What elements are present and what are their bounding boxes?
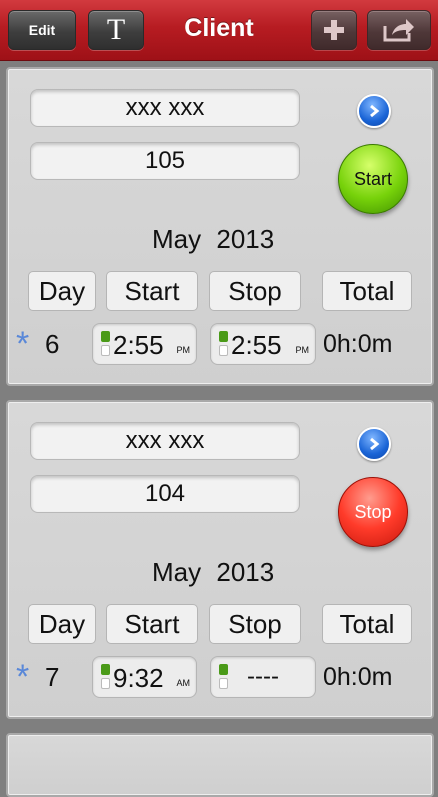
start-time: 9:32 xyxy=(113,663,164,693)
status-indicator-icon xyxy=(101,664,110,690)
status-indicator-icon xyxy=(219,331,228,357)
disclosure-button[interactable] xyxy=(357,94,391,128)
month-label: May 2013 xyxy=(152,224,275,254)
status-indicator-icon xyxy=(101,331,110,357)
start-header: Start xyxy=(106,271,198,311)
nav-bar: Edit T Client xyxy=(0,0,438,61)
total-value: 0h:0m xyxy=(323,330,393,358)
day-value: 7 xyxy=(45,662,60,692)
day-header: Day xyxy=(28,604,96,644)
total-value: 0h:0m xyxy=(323,663,393,691)
star-icon: * xyxy=(16,658,30,696)
stop-ampm: PM xyxy=(295,345,310,355)
chevron-right-icon xyxy=(370,104,380,118)
text-button[interactable]: T xyxy=(88,10,144,50)
stop-time-field[interactable]: 2:55 PM xyxy=(210,323,316,365)
disclosure-button[interactable] xyxy=(357,427,391,461)
client-number-field[interactable]: 104 xyxy=(30,475,300,513)
add-button[interactable] xyxy=(311,10,357,50)
total-header: Total xyxy=(322,271,412,311)
start-time: 2:55 xyxy=(113,330,164,360)
stop-time: ---- xyxy=(247,663,279,690)
stop-button[interactable]: Stop xyxy=(338,477,408,547)
day-value: 6 xyxy=(45,329,60,359)
start-button[interactable]: Start xyxy=(338,144,408,214)
stop-time: 2:55 xyxy=(231,330,282,360)
start-ampm: AM xyxy=(176,678,191,688)
client-card xyxy=(6,733,434,797)
start-header: Start xyxy=(106,604,198,644)
start-ampm: PM xyxy=(176,345,191,355)
share-button[interactable] xyxy=(367,10,431,50)
stop-header: Stop xyxy=(209,271,301,311)
day-header: Day xyxy=(28,271,96,311)
client-name-field[interactable]: xxx xxx xyxy=(30,422,300,460)
month-label: May 2013 xyxy=(152,557,275,587)
plus-icon xyxy=(324,20,344,40)
share-icon xyxy=(383,19,414,42)
stop-header: Stop xyxy=(209,604,301,644)
edit-button[interactable]: Edit xyxy=(8,10,76,50)
stop-time-field[interactable]: ---- xyxy=(210,656,316,698)
total-header: Total xyxy=(322,604,412,644)
start-time-field[interactable]: 2:55 PM xyxy=(92,323,197,365)
client-card: xxx xxx 104 Stop May 2013 Day Start Stop… xyxy=(6,400,434,719)
client-card: xxx xxx 105 Start May 2013 Day Start Sto… xyxy=(6,67,434,386)
client-name-field[interactable]: xxx xxx xyxy=(30,89,300,127)
start-time-field[interactable]: 9:32 AM xyxy=(92,656,197,698)
star-icon: * xyxy=(16,325,30,363)
chevron-right-icon xyxy=(370,437,380,451)
client-number-field[interactable]: 105 xyxy=(30,142,300,180)
